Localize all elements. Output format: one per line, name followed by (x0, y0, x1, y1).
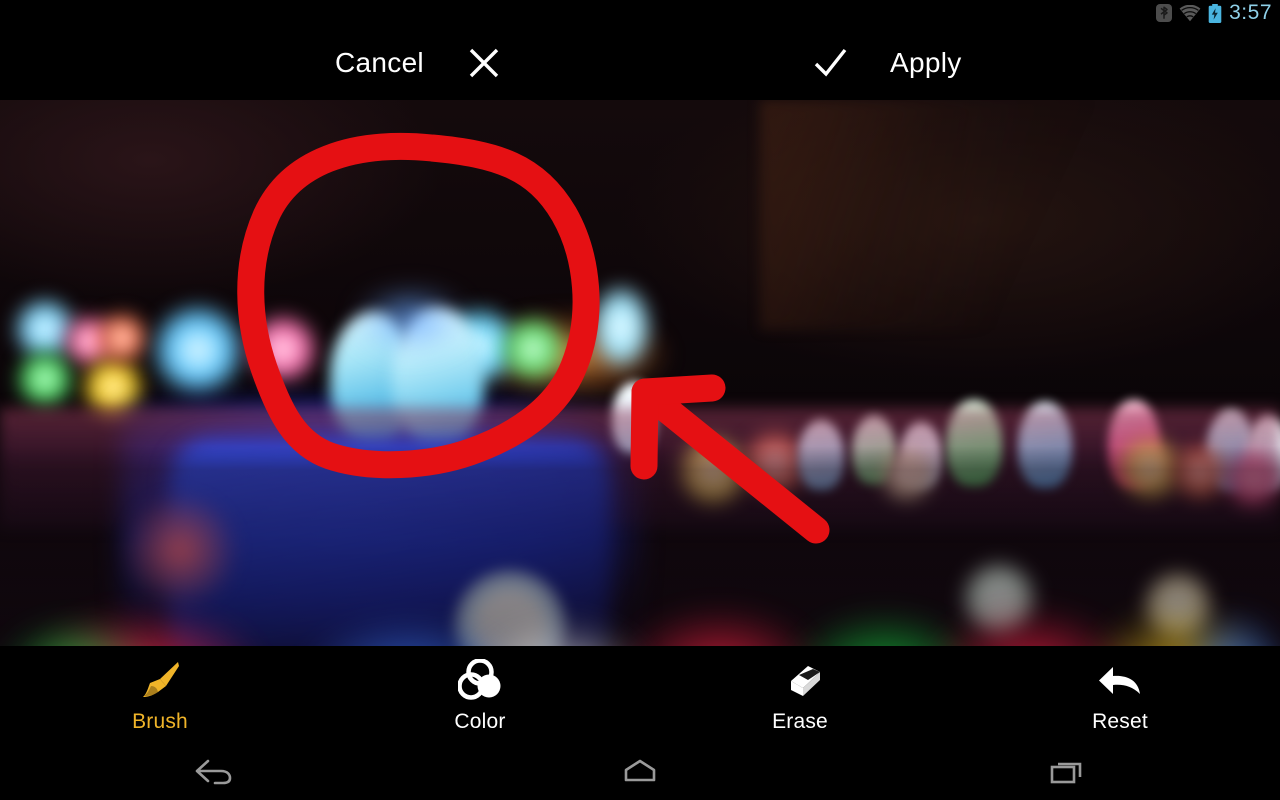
photo-led-array (0, 100, 1280, 646)
tool-reset-label: Reset (1092, 709, 1148, 733)
close-x-icon[interactable] (466, 45, 502, 81)
undo-arrow-icon (1096, 659, 1144, 701)
checkmark-icon[interactable] (812, 45, 848, 81)
tool-color-label: Color (454, 709, 506, 733)
back-arrow-icon[interactable] (190, 756, 236, 791)
tool-toolbar: Brush Color Erase Reset (0, 646, 1280, 746)
tool-erase[interactable]: Erase (640, 646, 960, 746)
bokeh-light (356, 290, 466, 350)
cancel-label: Cancel (335, 47, 424, 78)
tool-brush-label: Brush (132, 709, 188, 733)
nav-home-button[interactable] (427, 746, 854, 800)
status-bar: 3:57 (0, 0, 1280, 26)
tool-brush[interactable]: Brush (0, 646, 320, 746)
android-nav-bar (0, 746, 1280, 800)
cancel-button[interactable]: Cancel (335, 26, 502, 100)
apply-button[interactable]: Apply (812, 26, 962, 100)
photo-ceiling-beams (760, 100, 1280, 330)
nav-back-button[interactable] (0, 746, 427, 800)
tool-erase-label: Erase (772, 709, 828, 733)
nav-recents-button[interactable] (853, 746, 1280, 800)
bokeh-light (248, 314, 318, 384)
bokeh-light (150, 302, 246, 398)
bluetooth-icon (1156, 4, 1173, 22)
recents-icon[interactable] (1044, 756, 1090, 791)
tool-reset[interactable]: Reset (960, 646, 1280, 746)
image-canvas[interactable] (0, 100, 1280, 646)
wifi-icon (1179, 4, 1201, 22)
action-bar: Cancel Apply (0, 26, 1280, 100)
paintbrush-icon (138, 659, 182, 701)
eraser-icon (777, 659, 823, 701)
status-time: 3:57 (1229, 1, 1272, 24)
bokeh-light (500, 316, 566, 382)
bokeh-light (590, 284, 652, 370)
apply-label: Apply (890, 47, 962, 78)
bokeh-light (96, 312, 148, 364)
color-circles-icon (458, 658, 502, 701)
editor-screen: 3:57 Cancel Apply Brush Color Erase Rese… (0, 0, 1280, 800)
bokeh-light (16, 350, 74, 408)
battery-charging-icon (1208, 3, 1222, 23)
tool-color[interactable]: Color (320, 646, 640, 746)
home-icon[interactable] (617, 756, 663, 791)
